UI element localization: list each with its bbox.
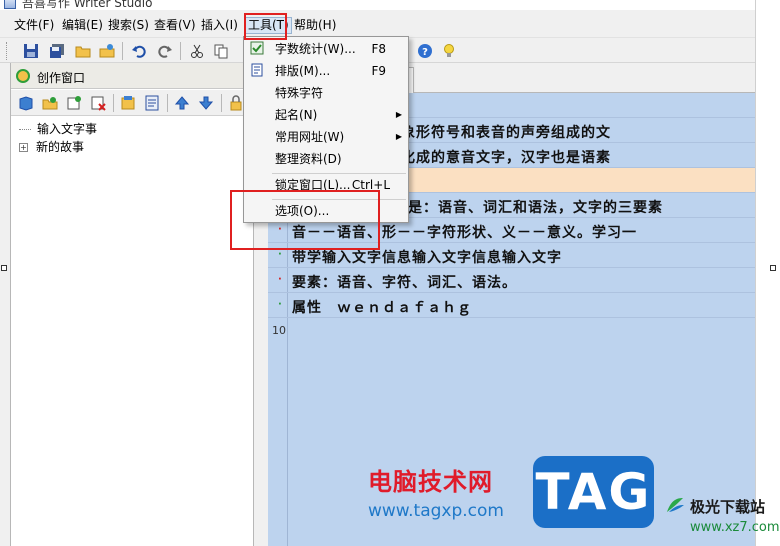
menu-item-naming[interactable]: 起名(N) ▶ bbox=[244, 104, 408, 126]
toolbar-separator bbox=[180, 42, 181, 60]
highlight-box-tools bbox=[244, 13, 287, 40]
text-line[interactable]: 10 bbox=[268, 318, 755, 343]
panel-icon bbox=[15, 68, 31, 88]
window-title: 吾喜写作 Writer Studio bbox=[22, 0, 153, 10]
line-number: 10 bbox=[272, 324, 286, 337]
redo-icon[interactable] bbox=[156, 42, 174, 60]
typeset-icon bbox=[249, 63, 265, 79]
resize-handle[interactable] bbox=[770, 265, 776, 271]
panel-toolbar-separator bbox=[221, 94, 222, 112]
line-text: 属性 ｗｅｎｄａｆａｈｇ bbox=[292, 300, 472, 316]
toolbar-grip[interactable] bbox=[6, 42, 8, 60]
panel-toolbar-separator bbox=[167, 94, 168, 112]
line-text: 要素：语音、字符、词汇、语法。 bbox=[292, 275, 517, 291]
cut-icon[interactable] bbox=[188, 42, 206, 60]
move-down-icon[interactable] bbox=[197, 94, 215, 112]
menu-item-organize[interactable]: 整理资料(D) bbox=[244, 148, 408, 170]
watermark-site-name: 极光下载站 bbox=[690, 498, 766, 516]
text-line[interactable]: · 属性 ｗｅｎｄａｆａｈｇ bbox=[268, 293, 755, 318]
tree-connector bbox=[19, 129, 31, 130]
menu-view[interactable]: 查看(V) bbox=[152, 17, 198, 34]
resize-handle[interactable] bbox=[1, 265, 7, 271]
creation-panel-toolbar bbox=[11, 90, 253, 116]
watermark-site-url: www.xz7.com bbox=[690, 520, 780, 535]
toolbar-separator bbox=[122, 42, 123, 60]
expand-icon[interactable]: + bbox=[19, 143, 28, 152]
open-folder-icon[interactable] bbox=[74, 42, 92, 60]
creation-panel-header: 创作窗口 bbox=[11, 63, 253, 89]
background bbox=[756, 0, 780, 546]
menu-help[interactable]: 帮助(H) bbox=[292, 17, 338, 34]
tip-icon[interactable] bbox=[440, 42, 458, 60]
undo-icon[interactable] bbox=[130, 42, 148, 60]
highlight-box-options bbox=[230, 190, 380, 250]
app-icon bbox=[4, 0, 16, 9]
menu-item-common-urls[interactable]: 常用网址(W) ▶ bbox=[244, 126, 408, 148]
menu-item-special-chars[interactable]: 特殊字符 bbox=[244, 82, 408, 104]
tree-item-label: 输入文字事 bbox=[37, 122, 98, 136]
tree-item[interactable]: 输入文字事 bbox=[19, 121, 97, 137]
line-text: 是：语音、词汇和语法，文字的三要素 bbox=[408, 200, 663, 216]
add-item-icon[interactable] bbox=[65, 94, 83, 112]
menu-bar: 文件(F) 编辑(E) 搜索(S) 查看(V) 插入(I) 工具(T) 帮助(H… bbox=[0, 14, 755, 36]
aurora-logo-icon bbox=[665, 496, 685, 514]
submenu-arrow-icon: ▶ bbox=[395, 132, 402, 141]
properties-icon[interactable] bbox=[119, 94, 137, 112]
menu-search[interactable]: 搜索(S) bbox=[106, 17, 151, 34]
save-icon[interactable] bbox=[22, 42, 40, 60]
tree-item-label: 新的故事 bbox=[36, 140, 85, 154]
text-line[interactable]: · 要素：语音、字符、词汇、语法。 bbox=[268, 268, 755, 293]
help-icon[interactable]: ? bbox=[416, 42, 434, 60]
menu-edit[interactable]: 编辑(E) bbox=[60, 17, 105, 34]
creation-panel-title: 创作窗口 bbox=[37, 71, 86, 85]
checkmark-icon bbox=[249, 41, 265, 57]
watermark-url: www.tagxp.com bbox=[368, 501, 504, 521]
bullet-marker: · bbox=[278, 249, 282, 260]
bullet-marker: · bbox=[278, 299, 282, 310]
menu-insert[interactable]: 插入(I) bbox=[199, 17, 240, 34]
story-tree[interactable]: 输入文字事 + 新的故事 bbox=[11, 117, 253, 537]
save-all-icon[interactable] bbox=[48, 42, 66, 60]
submenu-arrow-icon: ▶ bbox=[395, 110, 402, 119]
delete-item-icon[interactable] bbox=[89, 94, 107, 112]
book-icon[interactable] bbox=[17, 94, 35, 112]
svg-text:?: ? bbox=[422, 47, 428, 58]
move-up-icon[interactable] bbox=[173, 94, 191, 112]
menu-item-typeset[interactable]: 排版(M)... F9 bbox=[244, 60, 408, 82]
menu-file[interactable]: 文件(F) bbox=[12, 17, 56, 34]
watermark-tag-logo: TAG bbox=[533, 456, 654, 528]
creation-panel: 创作窗口 输入文字事 + 新的故事 bbox=[10, 63, 254, 546]
watermark-brand: 电脑技术网 bbox=[368, 468, 493, 496]
add-chapter-icon[interactable] bbox=[41, 94, 59, 112]
title-bar: 吾喜写作 Writer Studio bbox=[0, 0, 755, 10]
bullet-marker: · bbox=[278, 274, 282, 285]
menu-item-word-count[interactable]: 字数统计(W)... F8 bbox=[244, 38, 408, 60]
copy-icon[interactable] bbox=[212, 42, 230, 60]
line-text: 带学输入文字信息输入文字信息输入文字 bbox=[292, 250, 562, 266]
notes-icon[interactable] bbox=[143, 94, 161, 112]
tree-item[interactable]: + 新的故事 bbox=[19, 139, 84, 155]
export-icon[interactable] bbox=[98, 42, 116, 60]
panel-toolbar-separator bbox=[113, 94, 114, 112]
